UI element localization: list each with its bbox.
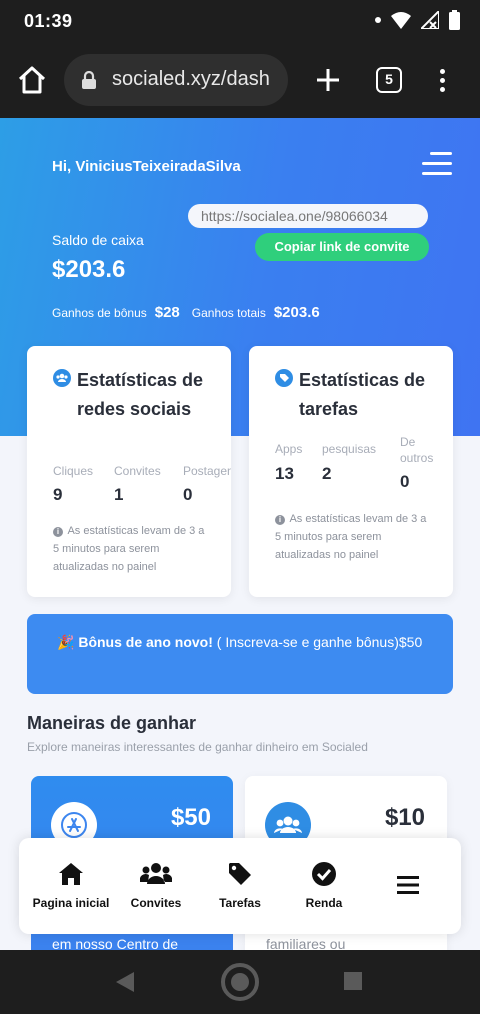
new-year-bonus-banner[interactable]: 🎉 Bônus de ano novo! ( Inscreva-se e gan… bbox=[27, 614, 453, 694]
info-icon: i bbox=[53, 527, 63, 537]
tab-switcher-button[interactable]: 5 bbox=[376, 67, 402, 93]
greeting: Hi, ViniciusTeixeiradaSilva bbox=[52, 158, 241, 175]
social-stats-title: Estatísticas de redes sociais bbox=[77, 370, 204, 419]
stat-label-surveys: pesquisas bbox=[322, 442, 377, 456]
task-stats-card: Estatísticas de tarefas Apps pesquisas D… bbox=[249, 346, 453, 597]
social-stats-card: Estatísticas de redes sociais Cliques Co… bbox=[27, 346, 231, 597]
tag-icon bbox=[275, 369, 293, 387]
browser-home-icon[interactable] bbox=[16, 64, 48, 96]
stats-note-text: As estatísticas levam de 3 a 5 minutos p… bbox=[275, 513, 427, 561]
users-icon bbox=[140, 863, 172, 884]
stat-value-posts: 0 bbox=[183, 485, 193, 504]
balance-label: Saldo de caixa bbox=[52, 232, 144, 248]
nav-label: Renda bbox=[305, 896, 343, 910]
stats-note: i As estatísticas levam de 3 a 5 minutos… bbox=[53, 522, 213, 576]
home-circle-icon[interactable] bbox=[220, 962, 260, 1002]
back-icon[interactable] bbox=[116, 972, 134, 992]
stat-value-invites: 1 bbox=[114, 485, 124, 504]
new-tab-icon[interactable] bbox=[314, 66, 342, 94]
bonus-label: Ganhos de bônus bbox=[52, 306, 147, 320]
status-time: 01:39 bbox=[24, 11, 73, 31]
wifi-icon bbox=[391, 12, 411, 29]
browser-toolbar: socialed.xyz/dash 5 bbox=[0, 42, 480, 118]
home-icon bbox=[59, 863, 83, 885]
recents-icon[interactable] bbox=[344, 972, 362, 990]
lock-icon bbox=[82, 71, 96, 89]
promo-title: Bônus de ano novo! bbox=[78, 634, 213, 650]
stat-label-clicks: Cliques bbox=[53, 464, 94, 478]
stat-value-apps: 13 bbox=[275, 464, 294, 483]
tag-icon bbox=[229, 863, 251, 885]
task-stats-title: Estatísticas de tarefas bbox=[299, 370, 426, 419]
stat-label-others: De outros bbox=[400, 435, 434, 465]
nav-tasks[interactable]: Tarefas bbox=[201, 838, 279, 934]
hamburger-menu-icon[interactable] bbox=[422, 152, 452, 176]
copy-invite-button[interactable]: Copiar link de convite bbox=[255, 233, 429, 261]
stat-label-posts: Postagens bbox=[183, 464, 231, 478]
stat-label-invites: Convites bbox=[114, 464, 161, 478]
stats-note: i As estatísticas levam de 3 a 5 minutos… bbox=[275, 510, 435, 564]
total-value: $203.6 bbox=[273, 304, 320, 321]
earn-amount: $10 bbox=[384, 804, 425, 831]
nav-invites[interactable]: Convites bbox=[117, 838, 195, 934]
earn-amount: $50 bbox=[170, 804, 211, 831]
earn-section-subtitle: Explore maneiras interessantes de ganhar… bbox=[27, 740, 368, 754]
status-bar: 01:39 bbox=[0, 0, 480, 42]
bars-icon bbox=[397, 876, 419, 894]
battery-icon bbox=[449, 10, 460, 30]
total-label: Ganhos totais bbox=[191, 306, 266, 320]
users-icon bbox=[53, 369, 71, 387]
nav-home[interactable]: Pagina inicial bbox=[25, 838, 117, 934]
address-bar[interactable]: socialed.xyz/dash bbox=[64, 54, 288, 106]
notification-dot-icon bbox=[375, 17, 381, 23]
earnings-summary: Ganhos de bônus $28 Ganhos totais $203.6 bbox=[52, 304, 332, 321]
party-icon: 🎉 bbox=[57, 634, 75, 650]
nav-label: Pagina inicial bbox=[32, 896, 110, 910]
nav-label: Tarefas bbox=[219, 896, 261, 910]
invite-link-field[interactable]: https://socialea.one/98066034 bbox=[188, 204, 428, 228]
stats-note-text: As estatísticas levam de 3 a 5 minutos p… bbox=[53, 525, 205, 573]
info-icon: i bbox=[275, 515, 285, 525]
browser-menu-icon[interactable] bbox=[432, 66, 452, 94]
stat-value-surveys: 2 bbox=[322, 464, 332, 483]
balance-value: $203.6 bbox=[52, 256, 126, 283]
signal-icon bbox=[421, 11, 439, 29]
stat-value-others: 0 bbox=[400, 472, 410, 491]
url-text: socialed.xyz/dash bbox=[112, 68, 270, 90]
earn-section-title: Maneiras de ganhar bbox=[27, 713, 197, 733]
check-circle-icon bbox=[312, 862, 336, 886]
bonus-value: $28 bbox=[154, 304, 180, 321]
nav-income[interactable]: Renda bbox=[285, 838, 363, 934]
nav-more[interactable] bbox=[369, 838, 447, 934]
nav-label: Convites bbox=[130, 896, 182, 910]
system-navigation-bar bbox=[0, 950, 480, 1014]
bottom-navigation: Pagina inicial Convites Tarefas Renda bbox=[19, 838, 461, 934]
promo-text: ( Inscreva-se e ganhe bônus)$50 bbox=[212, 634, 423, 650]
stat-value-clicks: 9 bbox=[53, 485, 63, 504]
stat-label-apps: Apps bbox=[275, 442, 303, 456]
